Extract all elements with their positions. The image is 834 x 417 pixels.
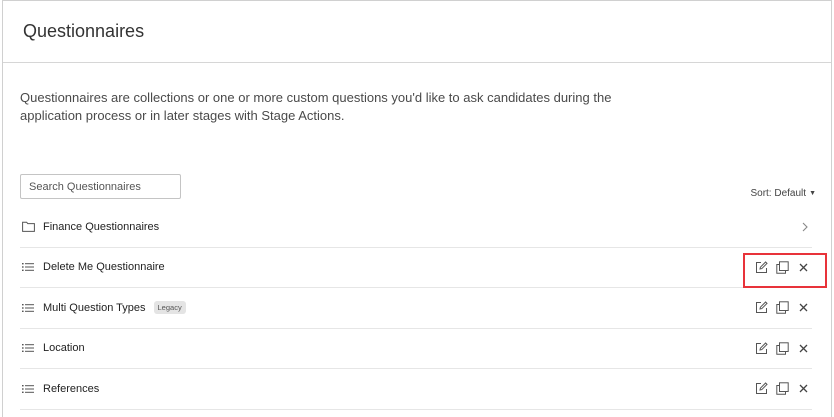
list-icon — [21, 341, 35, 355]
folder-icon — [21, 220, 35, 234]
list-item-label: References — [43, 382, 100, 395]
row-actions — [754, 382, 812, 396]
description-text: Questionnaires are collections or one or… — [20, 90, 612, 123]
sort-dropdown[interactable]: Sort: Default ▼ — [750, 188, 816, 199]
delete-icon[interactable] — [796, 301, 810, 315]
list-icon — [21, 260, 35, 274]
list-item-label: Finance Questionnaires — [43, 220, 160, 233]
duplicate-icon[interactable] — [775, 301, 789, 315]
edit-icon[interactable] — [754, 382, 768, 396]
list-icon — [21, 382, 35, 396]
questionnaire-list: Finance Questionnaires Delete Me Questio… — [20, 207, 812, 410]
list-item-label: Location — [43, 342, 85, 355]
sort-label: Sort: Default — [750, 188, 807, 199]
list-icon — [21, 301, 35, 315]
search-input[interactable] — [20, 174, 181, 199]
row-actions — [754, 301, 812, 315]
edit-icon[interactable] — [754, 260, 768, 274]
panel-header: Questionnaires — [3, 1, 831, 63]
edit-icon[interactable] — [754, 301, 768, 315]
edit-icon[interactable] — [754, 341, 768, 355]
delete-icon[interactable] — [796, 341, 810, 355]
page-title: Questionnaires — [23, 21, 145, 41]
list-item-label: Delete Me Questionnaire — [43, 261, 165, 274]
duplicate-icon[interactable] — [775, 260, 789, 274]
chevron-right-icon[interactable] — [800, 220, 810, 234]
list-item-finance-questionnaires[interactable]: Finance Questionnaires — [20, 207, 812, 248]
delete-icon[interactable] — [796, 260, 810, 274]
delete-icon[interactable] — [796, 382, 810, 396]
caret-down-icon: ▼ — [809, 190, 816, 197]
row-actions — [754, 341, 812, 355]
list-item-multi-question-types[interactable]: Multi Question Types Legacy — [20, 288, 812, 329]
list-item-location[interactable]: Location — [20, 329, 812, 369]
legacy-badge: Legacy — [153, 301, 186, 315]
list-item-delete-me-questionnaire[interactable]: Delete Me Questionnaire — [20, 248, 812, 288]
duplicate-icon[interactable] — [775, 341, 789, 355]
list-item-label: Multi Question Types — [43, 301, 146, 314]
list-item-references[interactable]: References — [20, 369, 812, 410]
duplicate-icon[interactable] — [775, 382, 789, 396]
row-actions — [754, 260, 812, 274]
